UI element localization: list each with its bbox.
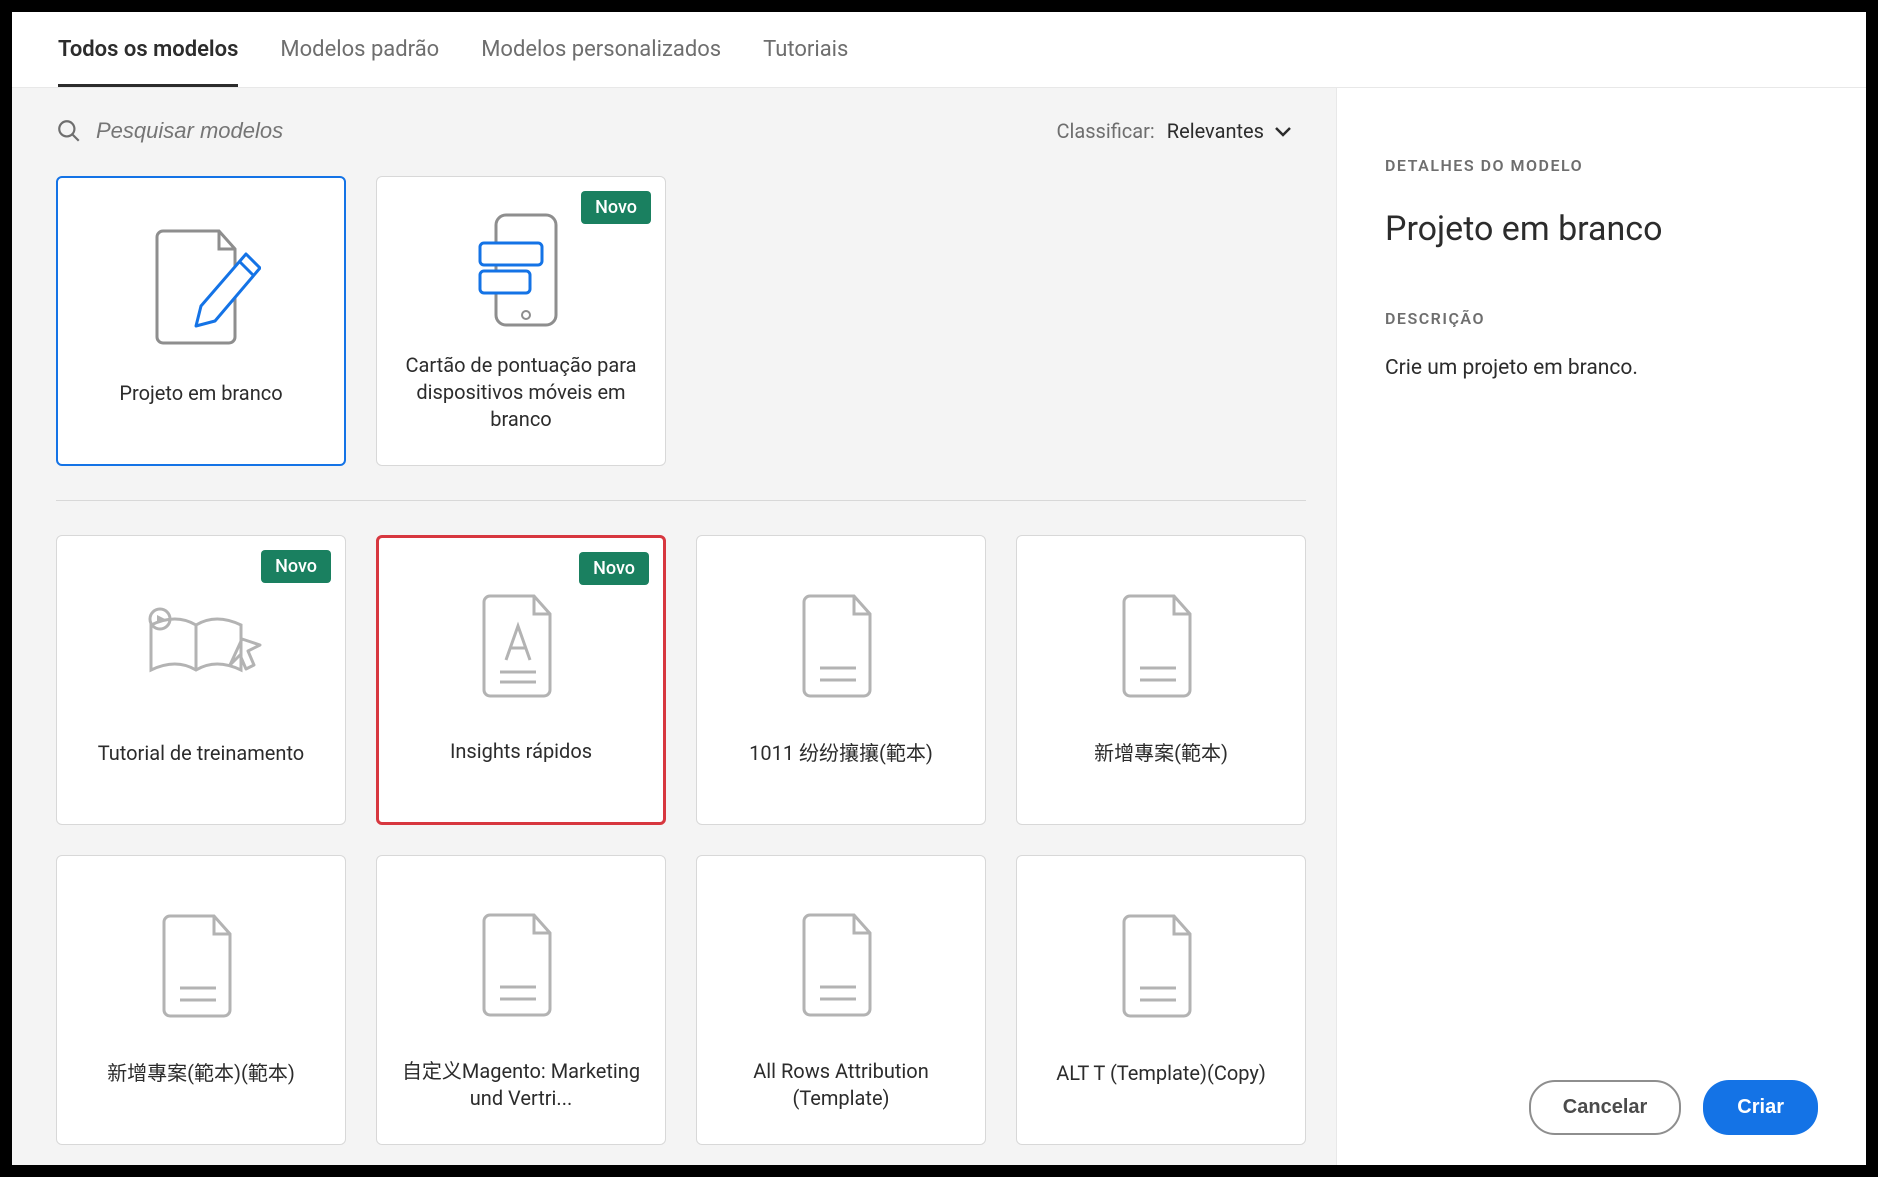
card-quick-insights[interactable]: Novo Insights rápidos	[376, 535, 666, 825]
create-button[interactable]: Criar	[1703, 1080, 1818, 1135]
document-icon	[71, 870, 331, 1060]
card-template-magento[interactable]: 自定义Magento: Marketing und Vertri...	[376, 855, 666, 1145]
tab-tutorials[interactable]: Tutoriais	[763, 37, 848, 87]
sort-label: Classificar:	[1056, 119, 1154, 143]
new-badge: Novo	[579, 552, 649, 585]
search-icon	[56, 118, 82, 144]
card-label: 新增專案(範本)(範本)	[101, 1060, 301, 1130]
blank-project-icon	[72, 192, 330, 380]
detail-title: Projeto em branco	[1385, 209, 1818, 249]
tab-all-templates[interactable]: Todos os modelos	[58, 37, 238, 87]
card-training-tutorial[interactable]: Novo Tutorial de treinamento	[56, 535, 346, 825]
new-badge: Novo	[581, 191, 651, 224]
card-template-alt-t[interactable]: ALT T (Template)(Copy)	[1016, 855, 1306, 1145]
template-grid: Projeto em branco Novo Cartão de pontuaç…	[56, 176, 1302, 1145]
card-label: All Rows Attribution (Template)	[711, 1058, 971, 1130]
content-area: Classificar: Relevantes	[12, 88, 1866, 1165]
card-label: Cartão de pontuação para dispositivos mó…	[391, 352, 651, 451]
card-mobile-scorecard[interactable]: Novo Cartão de pontuação para dispositiv…	[376, 176, 666, 466]
detail-desc: Crie um projeto em branco.	[1385, 356, 1818, 380]
tab-standard-templates[interactable]: Modelos padrão	[280, 37, 439, 87]
card-label: ALT T (Template)(Copy)	[1050, 1060, 1272, 1130]
card-template-all-rows-attribution[interactable]: All Rows Attribution (Template)	[696, 855, 986, 1145]
card-template-new-project-copy[interactable]: 新增專案(範本)(範本)	[56, 855, 346, 1145]
document-icon	[1031, 550, 1291, 740]
card-blank-project[interactable]: Projeto em branco	[56, 176, 346, 466]
tabs-bar: Todos os modelos Modelos padrão Modelos …	[12, 12, 1866, 88]
section-divider	[56, 500, 1306, 501]
card-label: 自定义Magento: Marketing und Vertri...	[391, 1058, 651, 1130]
detail-pane: DETALHES DO MODELO Projeto em branco DES…	[1336, 88, 1866, 1165]
document-icon	[711, 550, 971, 740]
card-template-new-project[interactable]: 新增專案(範本)	[1016, 535, 1306, 825]
card-label: 1011 纷纷攘攘(範本)	[743, 740, 939, 810]
search-sort-row: Classificar: Relevantes	[56, 118, 1302, 144]
card-label: 新增專案(範本)	[1088, 740, 1234, 810]
new-badge: Novo	[261, 550, 331, 583]
cancel-button[interactable]: Cancelar	[1529, 1080, 1682, 1135]
detail-heading: DETALHES DO MODELO	[1385, 156, 1818, 175]
tab-custom-templates[interactable]: Modelos personalizados	[481, 37, 721, 87]
template-grid-pane: Classificar: Relevantes	[12, 88, 1336, 1165]
card-label: Projeto em branco	[113, 380, 288, 450]
detail-desc-label: DESCRIÇÃO	[1385, 309, 1818, 328]
document-icon	[711, 870, 971, 1058]
document-icon	[1031, 870, 1291, 1060]
document-icon	[391, 870, 651, 1058]
card-template-1011[interactable]: 1011 纷纷攘攘(範本)	[696, 535, 986, 825]
card-label: Insights rápidos	[444, 738, 598, 808]
search-input[interactable]	[96, 118, 496, 144]
footer-buttons: Cancelar Criar	[1385, 1080, 1818, 1135]
search-wrap	[56, 118, 496, 144]
sort-value-text: Relevantes	[1167, 119, 1264, 143]
sort-control: Classificar: Relevantes	[1056, 119, 1292, 143]
chevron-down-icon	[1274, 125, 1292, 137]
template-picker-modal: Todos os modelos Modelos padrão Modelos …	[12, 12, 1866, 1165]
sort-dropdown[interactable]: Relevantes	[1167, 119, 1292, 143]
card-label: Tutorial de treinamento	[92, 740, 310, 810]
